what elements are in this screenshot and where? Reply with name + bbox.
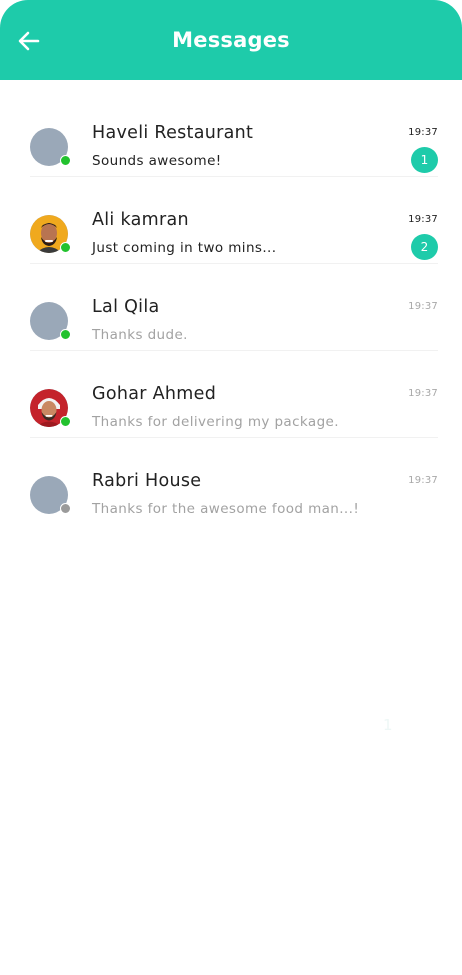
- message-preview: Just coming in two mins...: [92, 240, 277, 256]
- avatar: [30, 128, 71, 166]
- contact-name: Ali kamran: [92, 210, 189, 230]
- conversation-item[interactable]: Lal Qila Thanks dude. 19:37: [30, 264, 438, 351]
- message-time: 19:37: [408, 388, 438, 399]
- avatar: [30, 389, 71, 427]
- contact-name: Rabri House: [92, 471, 202, 491]
- online-status-dot: [60, 416, 71, 427]
- unread-count-badge: 1: [411, 147, 438, 173]
- conversation-item[interactable]: Ali kamran Just coming in two mins... 19…: [30, 177, 438, 264]
- app-header: Messages: [0, 0, 462, 80]
- message-preview: Thanks for the awesome food man...!: [92, 501, 360, 517]
- contact-name: Lal Qila: [92, 297, 160, 317]
- online-status-dot: [60, 155, 71, 166]
- avatar: [30, 302, 71, 340]
- avatar: [30, 215, 71, 253]
- conversation-item[interactable]: Rabri House Thanks for the awesome food …: [30, 438, 438, 524]
- conversation-item[interactable]: Haveli Restaurant Sounds awesome! 19:37 …: [30, 90, 438, 177]
- contact-name: Gohar Ahmed: [92, 384, 217, 404]
- online-status-dot: [60, 242, 71, 253]
- message-preview: Thanks dude.: [92, 327, 188, 343]
- unread-count-badge: 2: [411, 234, 438, 260]
- online-status-dot: [60, 329, 71, 340]
- message-time: 19:37: [408, 127, 438, 138]
- conversation-item[interactable]: Gohar Ahmed Thanks for delivering my pac…: [30, 351, 438, 438]
- conversation-list: Haveli Restaurant Sounds awesome! 19:37 …: [0, 90, 462, 524]
- avatar: [30, 476, 71, 514]
- contact-name: Haveli Restaurant: [92, 123, 254, 143]
- message-preview: Sounds awesome!: [92, 153, 222, 169]
- page-title: Messages: [172, 28, 290, 52]
- message-time: 19:37: [408, 475, 438, 486]
- message-time: 19:37: [408, 301, 438, 312]
- message-preview: Thanks for delivering my package.: [92, 414, 339, 430]
- message-time: 19:37: [408, 214, 438, 225]
- faint-page-indicator: 1: [383, 716, 393, 734]
- offline-status-dot: [60, 503, 71, 514]
